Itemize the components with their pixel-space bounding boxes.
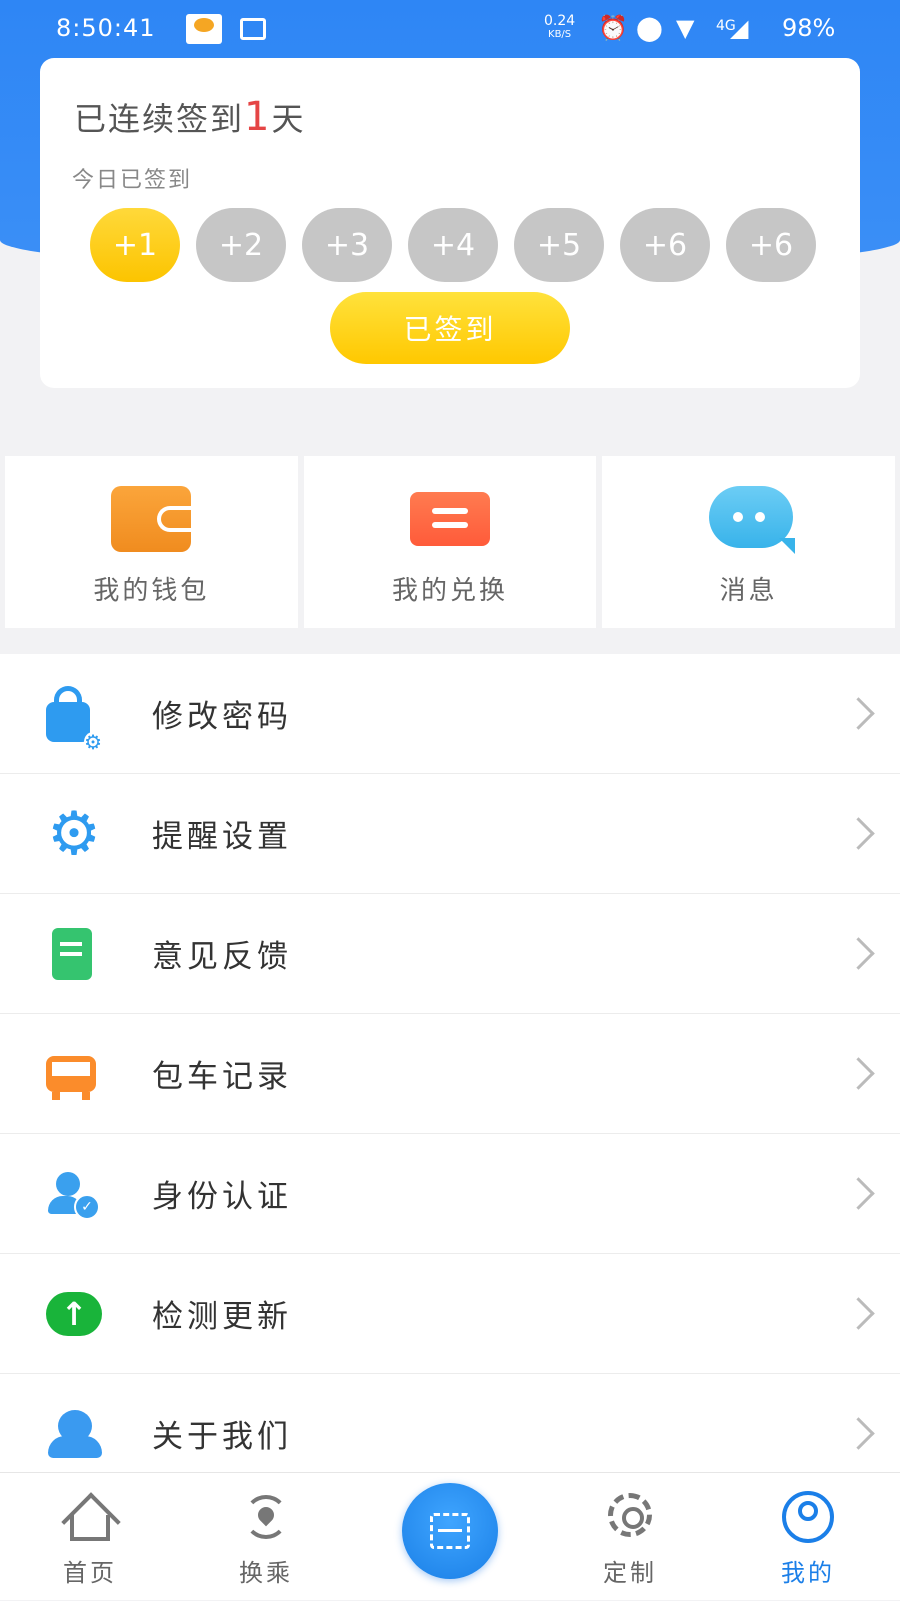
scan-icon (430, 1513, 470, 1549)
menu-item-label: 检测更新 (152, 1299, 292, 1335)
chevron-right-icon (842, 817, 875, 850)
quick-action-label: 我的钱包 (93, 576, 210, 606)
checkin-day: +4 (408, 208, 498, 282)
menu-item-change-password[interactable]: 修改密码 (0, 654, 900, 774)
today-status: 今日已签到 (72, 168, 193, 193)
streak-count: 1 (244, 94, 272, 140)
checkin-day: +2 (196, 208, 286, 282)
exchange-button[interactable]: 我的兑换 (303, 456, 597, 628)
status-time: 8:50:41 (56, 14, 156, 42)
signal-icon: ◢ (730, 14, 749, 42)
gear-icon: ⚙ (47, 799, 101, 869)
wallet-button[interactable]: 我的钱包 (5, 456, 298, 628)
bottom-tab-bar: 首页 换乘 定制 我的 (0, 1472, 900, 1600)
message-bubble-icon (708, 486, 795, 554)
chevron-right-icon (842, 1297, 875, 1330)
custom-icon (600, 1489, 660, 1545)
tab-label: 定制 (603, 1559, 657, 1587)
location-icon: ⬤ (636, 14, 663, 42)
checkin-day: +1 (90, 208, 180, 282)
chevron-right-icon (842, 697, 875, 730)
about-mascot-icon (46, 1408, 102, 1460)
streak-text: 已连续签到1天 (74, 94, 306, 140)
scan-button[interactable] (402, 1483, 498, 1579)
home-icon (60, 1489, 120, 1545)
feedback-doc-icon (52, 928, 92, 980)
settings-menu: 修改密码 ⚙ 提醒设置 意见反馈 包车记录 身份认证 ↑ 检测更新 关于我们 (0, 654, 900, 1494)
user-circle-icon (778, 1489, 838, 1545)
menu-item-label: 关于我们 (152, 1419, 292, 1455)
wifi-icon: ▼ (676, 14, 695, 42)
quick-action-label: 我的兑换 (392, 576, 509, 606)
tab-transfer[interactable]: 换乘 (206, 1473, 326, 1601)
checkin-day: +6 (620, 208, 710, 282)
alarm-icon: ⏰ (598, 14, 628, 42)
user-verified-icon (46, 1168, 102, 1220)
image-notification-icon (240, 18, 266, 40)
menu-item-label: 意见反馈 (152, 939, 292, 975)
menu-item-label: 提醒设置 (152, 819, 292, 855)
messages-button[interactable]: 消息 (602, 456, 896, 628)
tab-label: 首页 (63, 1559, 117, 1587)
checkin-days: +1 +2 +3 +4 +5 +6 +6 (90, 208, 816, 282)
checkin-day: +5 (514, 208, 604, 282)
checkin-card: 已连续签到1天 今日已签到 +1 +2 +3 +4 +5 +6 +6 已签到 (40, 58, 860, 388)
status-bar: 8:50:41 0.24 KB/S ⏰ ⬤ ▼ 4G ◢ 98% (0, 0, 900, 56)
menu-item-label: 包车记录 (152, 1059, 292, 1095)
bus-icon (46, 1056, 96, 1100)
chevron-right-icon (842, 1177, 875, 1210)
chevron-right-icon (842, 1057, 875, 1090)
chevron-right-icon (842, 1417, 875, 1450)
upload-arrow-icon: ↑ (46, 1292, 102, 1336)
app-notification-icon (186, 14, 222, 44)
battery-level: 98% (782, 14, 836, 42)
menu-item-label: 修改密码 (152, 699, 292, 735)
signed-in-button[interactable]: 已签到 (330, 292, 570, 364)
network-speed: 0.24 KB/S (544, 13, 576, 40)
menu-item-charter-records[interactable]: 包车记录 (0, 1014, 900, 1134)
checkin-day: +6 (726, 208, 816, 282)
transfer-icon (236, 1489, 296, 1545)
wallet-icon (111, 486, 192, 552)
ticket-icon (410, 492, 490, 546)
menu-item-label: 身份认证 (152, 1179, 292, 1215)
menu-item-check-update[interactable]: ↑ 检测更新 (0, 1254, 900, 1374)
tab-home[interactable]: 首页 (30, 1473, 150, 1601)
tab-label: 换乘 (239, 1559, 293, 1587)
tab-label: 我的 (781, 1559, 835, 1587)
quick-action-label: 消息 (719, 576, 778, 606)
quick-actions: 我的钱包 我的兑换 消息 (0, 456, 900, 628)
chevron-right-icon (842, 937, 875, 970)
checkin-day: +3 (302, 208, 392, 282)
tab-custom[interactable]: 定制 (570, 1473, 690, 1601)
menu-item-feedback[interactable]: 意见反馈 (0, 894, 900, 1014)
menu-item-reminder-settings[interactable]: ⚙ 提醒设置 (0, 774, 900, 894)
lock-settings-icon (46, 686, 102, 752)
tab-mine[interactable]: 我的 (748, 1473, 868, 1601)
menu-item-identity-verification[interactable]: 身份认证 (0, 1134, 900, 1254)
